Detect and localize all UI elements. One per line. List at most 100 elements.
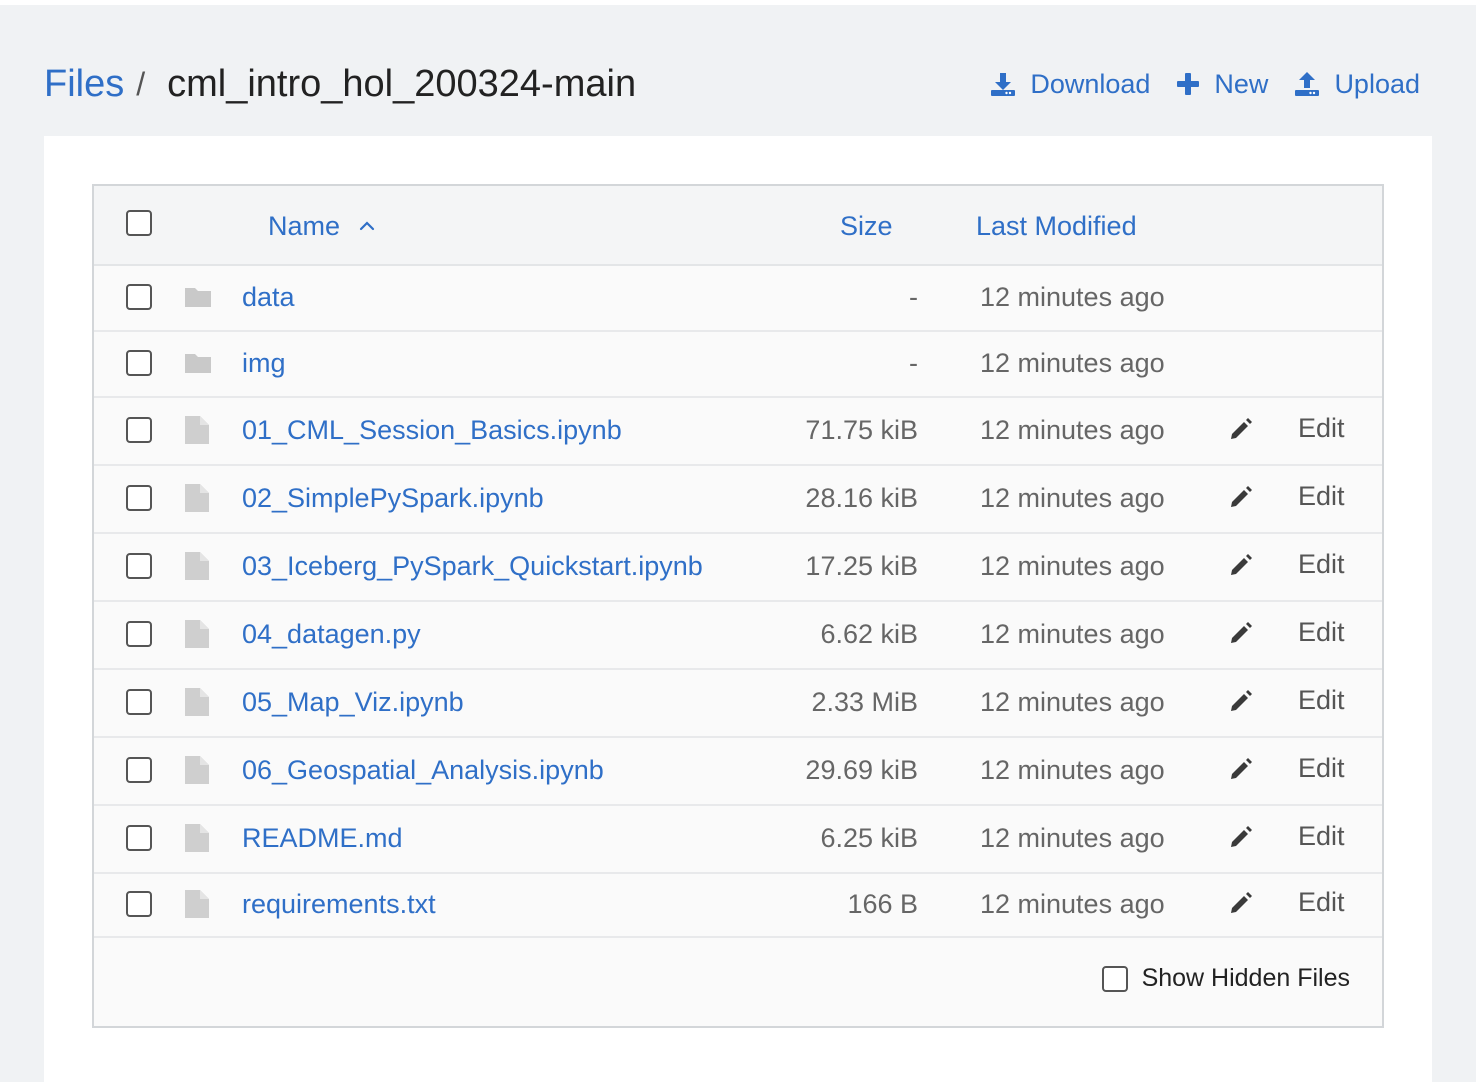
- edit-label: Edit: [1298, 481, 1345, 511]
- table-header: Name Size Last Modified: [94, 186, 1382, 266]
- table-row[interactable]: data - 12 minutes ago: [94, 266, 1382, 332]
- upload-label: Upload: [1334, 68, 1420, 99]
- size-column-header[interactable]: Size: [840, 186, 893, 266]
- last-modified-column-header[interactable]: Last Modified: [976, 186, 1137, 266]
- file-icon: [184, 755, 210, 790]
- pencil-icon: [1228, 824, 1276, 850]
- pencil-icon: [1228, 416, 1276, 442]
- file-name-link[interactable]: 05_Map_Viz.ipynb: [242, 687, 464, 718]
- pencil-icon: [1228, 688, 1276, 714]
- edit-button[interactable]: Edit: [1228, 821, 1345, 852]
- table-row[interactable]: 03_Iceberg_PySpark_Quickstart.ipynb 17.25…: [94, 534, 1382, 602]
- row-select-checkbox[interactable]: [126, 825, 152, 851]
- file-size: 6.62 kiB: [820, 619, 918, 649]
- table-footer: Show Hidden Files: [94, 938, 1382, 1026]
- file-name-link[interactable]: README.md: [242, 823, 403, 854]
- file-browser-panel: Name Size Last Modified data - 12 minutes …: [44, 136, 1432, 1082]
- name-column-header[interactable]: Name: [268, 186, 376, 266]
- edit-label: Edit: [1298, 887, 1345, 917]
- row-select-checkbox[interactable]: [126, 485, 152, 511]
- file-icon: [184, 415, 210, 450]
- file-icon: [184, 483, 210, 518]
- show-hidden-files-checkbox[interactable]: [1101, 965, 1128, 992]
- file-name-link[interactable]: 04_datagen.py: [242, 619, 421, 650]
- upload-icon: [1295, 72, 1320, 96]
- edit-button[interactable]: Edit: [1228, 481, 1345, 512]
- edit-button[interactable]: Edit: [1228, 617, 1345, 648]
- last-modified: 12 minutes ago: [980, 282, 1165, 312]
- header-actions: Download New Upload: [990, 69, 1420, 100]
- row-select-checkbox[interactable]: [126, 621, 152, 647]
- folder-name-link[interactable]: data: [242, 282, 295, 313]
- edit-button[interactable]: Edit: [1228, 685, 1345, 716]
- file-size: 6.25 kiB: [820, 823, 918, 853]
- table-row[interactable]: 01_CML_Session_Basics.ipynb 71.75 kiB 12 m…: [94, 398, 1382, 466]
- file-icon: [184, 823, 210, 858]
- file-size: 2.33 MiB: [811, 687, 918, 717]
- file-size: 166 B: [847, 889, 918, 919]
- file-size: 29.69 kiB: [805, 755, 918, 785]
- pencil-icon: [1228, 890, 1276, 916]
- new-button[interactable]: New: [1176, 69, 1268, 100]
- file-table: Name Size Last Modified data - 12 minutes …: [92, 184, 1384, 1028]
- upload-button[interactable]: Upload: [1294, 69, 1420, 100]
- show-hidden-files-toggle[interactable]: Show Hidden Files: [1101, 964, 1350, 993]
- size-header-label: Size: [840, 210, 893, 241]
- file-name-link[interactable]: requirements.txt: [242, 889, 436, 920]
- top-strip: [0, 0, 1476, 5]
- select-all-checkbox[interactable]: [126, 210, 152, 236]
- edit-button[interactable]: Edit: [1228, 413, 1345, 444]
- row-select-checkbox[interactable]: [126, 553, 152, 579]
- download-label: Download: [1030, 68, 1151, 99]
- file-name-link[interactable]: 01_CML_Session_Basics.ipynb: [242, 415, 622, 446]
- file-size: 71.75 kiB: [805, 415, 918, 445]
- last-modified: 12 minutes ago: [980, 755, 1165, 785]
- folder-name-link[interactable]: img: [242, 348, 286, 379]
- file-name-link[interactable]: 02_SimplePySpark.ipynb: [242, 483, 544, 514]
- download-icon: [991, 73, 1016, 96]
- edit-label: Edit: [1298, 685, 1345, 715]
- breadcrumb: Files / cml_intro_hol_200324-main: [44, 63, 636, 106]
- row-select-checkbox[interactable]: [126, 417, 152, 443]
- pencil-icon: [1228, 484, 1276, 510]
- edit-button[interactable]: Edit: [1228, 887, 1345, 918]
- table-row[interactable]: README.md 6.25 kiB 12 minutes ago Edit: [94, 806, 1382, 874]
- table-row[interactable]: 04_datagen.py 6.62 kiB 12 minutes ago Edit: [94, 602, 1382, 670]
- breadcrumb-current-folder: cml_intro_hol_200324-main: [167, 62, 637, 105]
- breadcrumb-files-link[interactable]: Files: [44, 63, 124, 106]
- file-size: 17.25 kiB: [805, 551, 918, 581]
- pencil-icon: [1228, 756, 1276, 782]
- last-modified: 12 minutes ago: [980, 823, 1165, 853]
- last-modified: 12 minutes ago: [980, 889, 1165, 919]
- file-name-link[interactable]: 06_Geospatial_Analysis.ipynb: [242, 755, 604, 786]
- row-select-checkbox[interactable]: [126, 350, 152, 376]
- table-row[interactable]: requirements.txt 166 B 12 minutes ago Edit: [94, 874, 1382, 938]
- last-modified: 12 minutes ago: [980, 348, 1165, 378]
- edit-label: Edit: [1298, 753, 1345, 783]
- row-select-checkbox[interactable]: [126, 757, 152, 783]
- edit-button[interactable]: Edit: [1228, 549, 1345, 580]
- row-select-checkbox[interactable]: [126, 284, 152, 310]
- file-icon: [184, 687, 210, 722]
- row-select-checkbox[interactable]: [126, 689, 152, 715]
- pencil-icon: [1228, 620, 1276, 646]
- file-size: 28.16 kiB: [805, 483, 918, 513]
- plus-icon: [1177, 73, 1200, 95]
- download-button[interactable]: Download: [990, 69, 1150, 100]
- new-label: New: [1214, 68, 1269, 99]
- edit-label: Edit: [1298, 549, 1345, 579]
- table-row[interactable]: 06_Geospatial_Analysis.ipynb 29.69 kiB 12 …: [94, 738, 1382, 806]
- edit-button[interactable]: Edit: [1228, 753, 1345, 784]
- file-name-link[interactable]: 03_Iceberg_PySpark_Quickstart.ipynb: [242, 551, 703, 582]
- last-modified: 12 minutes ago: [980, 619, 1165, 649]
- name-header-label: Name: [268, 210, 341, 241]
- show-hidden-files-label: Show Hidden Files: [1141, 964, 1350, 992]
- table-row[interactable]: 02_SimplePySpark.ipynb 28.16 kiB 12 minute…: [94, 466, 1382, 534]
- table-row[interactable]: 05_Map_Viz.ipynb 2.33 MiB 12 minutes ago Ed…: [94, 670, 1382, 738]
- file-size: -: [909, 282, 918, 312]
- row-select-checkbox[interactable]: [126, 891, 152, 917]
- last-modified: 12 minutes ago: [980, 415, 1165, 445]
- last-modified: 12 minutes ago: [980, 687, 1165, 717]
- sort-ascending-icon: [359, 221, 375, 231]
- table-row[interactable]: img - 12 minutes ago: [94, 332, 1382, 398]
